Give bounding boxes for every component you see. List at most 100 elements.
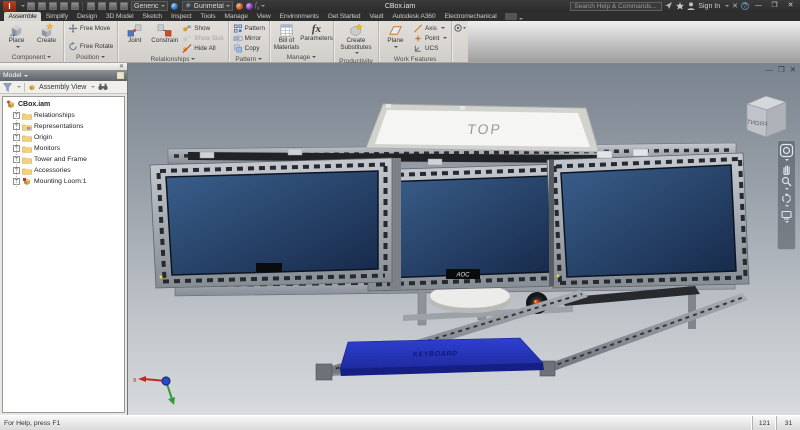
favorites-star-icon[interactable] [676, 2, 684, 10]
show-button[interactable]: Show [180, 23, 225, 33]
tab-vault[interactable]: Vault [365, 12, 388, 21]
update-icon[interactable] [120, 2, 128, 10]
navbar-more-chevron-icon[interactable] [785, 221, 789, 225]
tree-node-accessories[interactable]: + Accessories [3, 165, 124, 176]
help-icon[interactable]: ? [741, 2, 749, 10]
browser-close-icon[interactable]: ✕ [119, 63, 124, 70]
tab-autodesk-a360[interactable]: Autodesk A360 [388, 12, 440, 21]
orbit-icon[interactable] [781, 193, 792, 204]
browser-title-chevron-icon[interactable] [24, 75, 28, 79]
doc-minimize-icon[interactable]: — [765, 65, 773, 74]
measure-icon[interactable] [109, 2, 117, 10]
view-mode-chevron-icon[interactable] [91, 86, 95, 90]
tree-node-monitors[interactable]: + Monitors [3, 143, 124, 154]
tree-node-tower-and-frame[interactable]: + Tower and Frame [3, 154, 124, 165]
search-input[interactable] [570, 2, 662, 11]
window-minimize-button[interactable]: — [752, 1, 765, 11]
doc-close-icon[interactable]: ✕ [790, 65, 796, 74]
place-button[interactable]: Place [2, 22, 31, 52]
user-icon[interactable] [687, 2, 695, 10]
filter-chevron-icon[interactable] [17, 86, 21, 90]
tab-environments[interactable]: Environments [275, 12, 323, 21]
new-file-icon[interactable] [27, 2, 35, 10]
home-icon[interactable] [87, 2, 95, 10]
browser-pin-icon[interactable] [117, 72, 124, 79]
zoom-icon[interactable] [781, 176, 792, 187]
pattern-button[interactable]: Pattern [231, 23, 267, 33]
ucs-button[interactable]: UCS [411, 43, 449, 53]
filter-icon[interactable] [3, 83, 12, 92]
monitor-right-part[interactable] [547, 153, 749, 288]
assembly-model[interactable]: TOP [128, 63, 800, 415]
component-group-label[interactable]: Component [0, 53, 63, 62]
browser-header[interactable]: Model [0, 70, 127, 81]
pan-hand-icon[interactable] [781, 164, 792, 175]
tab-simplify[interactable]: Simplify [41, 12, 72, 21]
material-dropdown[interactable]: Generic [131, 1, 168, 11]
viewport-canvas[interactable]: TOP [128, 63, 800, 415]
keyboard-tray-part[interactable]: KEYBOARD [340, 338, 544, 376]
adjust-appearance-icon[interactable] [236, 3, 243, 10]
window-close-button[interactable]: ✕ [784, 1, 797, 11]
window-maximize-button[interactable]: ❐ [768, 1, 781, 11]
free-rotate-button[interactable]: Free Rotate [66, 41, 115, 51]
tab-inspect[interactable]: Inspect [167, 12, 197, 21]
bill-of-materials-button[interactable]: Bill of Materials [272, 22, 301, 52]
sign-in-button[interactable]: Sign In [698, 3, 720, 10]
free-move-button[interactable]: Free Move [66, 23, 115, 33]
create-button[interactable]: Create [32, 22, 61, 52]
tab-tools[interactable]: Tools [196, 12, 220, 21]
manage-group-label[interactable]: Manage [270, 53, 333, 62]
redo-icon[interactable] [71, 2, 79, 10]
save-icon[interactable] [49, 2, 57, 10]
open-file-icon[interactable] [38, 2, 46, 10]
tab-sketch[interactable]: Sketch [138, 12, 167, 21]
tree-root-row[interactable]: CBox.iam [3, 99, 124, 110]
tab-view[interactable]: View [252, 12, 275, 21]
camera-chevron-icon[interactable] [519, 18, 523, 22]
parameters-quick-icon[interactable]: fx [255, 1, 260, 11]
constrain-button[interactable]: Constrain [150, 22, 179, 54]
inventor-logo-icon[interactable]: I [3, 1, 16, 12]
view-mode-dropdown[interactable]: Assembly View [39, 84, 86, 91]
joint-button[interactable]: Joint [120, 22, 149, 54]
tree-node-relationships[interactable]: + Relationships [3, 110, 124, 121]
search-binoculars-icon[interactable] [98, 83, 108, 91]
sign-in-chevron-icon[interactable] [725, 5, 729, 9]
tab-electromechanical[interactable]: Electromechanical [440, 12, 501, 21]
position-group-label[interactable]: Position [64, 53, 117, 62]
point-button[interactable]: Point [411, 33, 449, 43]
undo-icon[interactable] [60, 2, 68, 10]
zoom-chevron-icon[interactable] [785, 188, 789, 192]
axis-button[interactable]: Axis [411, 23, 449, 33]
screenshot-camera-icon[interactable] [505, 13, 517, 20]
tab-get-started[interactable]: Get Started [323, 12, 365, 21]
tab-assemble[interactable]: Assemble [4, 12, 41, 21]
tree-node-origin[interactable]: + Origin [3, 132, 124, 143]
top-sign-part[interactable]: TOP [366, 104, 599, 152]
view-cube[interactable]: FRONT [740, 91, 792, 143]
clear-appearance-icon[interactable] [246, 3, 253, 10]
create-substitutes-button[interactable]: Create Substitutes [336, 22, 376, 56]
wheel-chevron-icon[interactable] [785, 159, 789, 163]
ribbon-overflow-icon[interactable] [454, 23, 466, 33]
doc-restore-icon[interactable]: ❐ [778, 65, 785, 74]
search-send-icon[interactable] [665, 2, 673, 10]
qat-customize-chevron-icon[interactable] [261, 5, 265, 9]
navigation-wheel-icon[interactable] [779, 143, 794, 158]
tree-node-representations[interactable]: + Representations [3, 121, 124, 132]
render-icon[interactable] [98, 2, 106, 10]
tab-3d-model[interactable]: 3D Model [101, 12, 138, 21]
parameters-button[interactable]: fx Parameters [302, 22, 331, 52]
orbit-chevron-icon[interactable] [785, 205, 789, 209]
tab-manage[interactable]: Manage [220, 12, 252, 21]
appearance-dropdown[interactable]: Gunmetal [182, 1, 233, 11]
copy-button[interactable]: Copy [231, 43, 267, 53]
tab-design[interactable]: Design [72, 12, 101, 21]
mirror-button[interactable]: Mirror [231, 33, 267, 43]
look-at-icon[interactable] [781, 210, 792, 220]
tree-node-mounting-loom[interactable]: + Mounting Loom:1 [3, 176, 124, 187]
app-menu-chevron-icon[interactable] [21, 5, 25, 9]
hide-all-button[interactable]: Hide All [180, 43, 225, 53]
plane-button[interactable]: Plane [381, 22, 410, 54]
